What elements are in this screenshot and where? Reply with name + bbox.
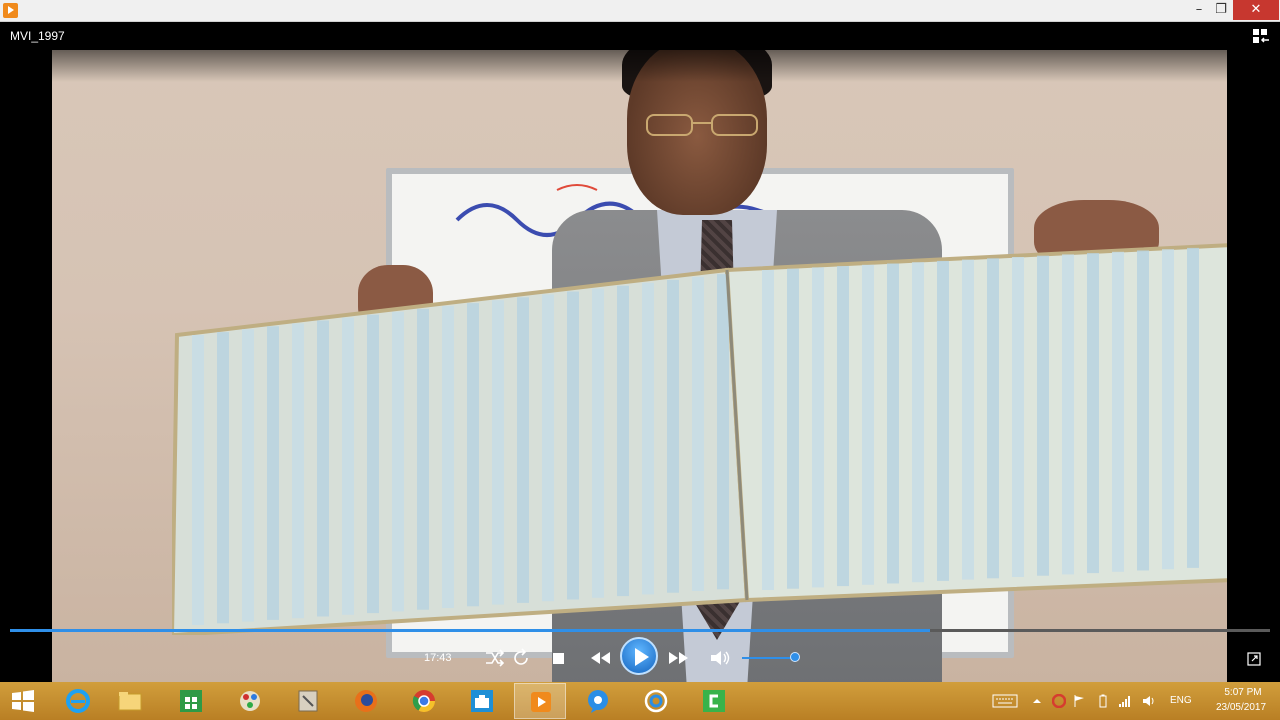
- taskbar: ENG 5:07 PM 23/05/2017: [0, 682, 1280, 720]
- shuffle-icon[interactable]: [482, 647, 506, 669]
- window-titlebar: – ❐ ✕: [0, 0, 1280, 22]
- paint-icon: [240, 691, 260, 711]
- battery-icon[interactable]: [1096, 694, 1110, 708]
- chevron-up-icon[interactable]: [1032, 694, 1042, 708]
- glasses-image: [646, 114, 758, 136]
- close-button[interactable]: ✕: [1233, 0, 1279, 20]
- volume-slider-fill: [742, 657, 796, 659]
- link-icon: [644, 689, 668, 713]
- repeat-icon[interactable]: [509, 647, 533, 669]
- signal-icon[interactable]: [1118, 694, 1132, 708]
- store-icon: [180, 690, 202, 712]
- media-player-icon: [3, 3, 18, 18]
- chrome-icon: [412, 690, 435, 712]
- flag-icon[interactable]: [1072, 694, 1086, 708]
- clock-time[interactable]: 5:07 PM: [1213, 687, 1273, 698]
- ie-icon: [66, 689, 90, 713]
- google-tray-icon[interactable]: [1052, 694, 1066, 708]
- start-button[interactable]: [0, 683, 52, 719]
- taskbar-store[interactable]: [165, 683, 217, 719]
- taskbar-link[interactable]: [630, 683, 682, 719]
- folder-icon: [118, 692, 142, 711]
- seek-bar-fill: [10, 629, 930, 632]
- camtasia-icon: [703, 690, 725, 712]
- taskbar-paint[interactable]: [224, 683, 276, 719]
- ledger-book-image: [172, 243, 1227, 635]
- volume-icon[interactable]: [708, 647, 732, 669]
- chat-bubble-icon: [588, 690, 608, 713]
- video-top-fade: [0, 22, 1280, 82]
- play-button[interactable]: [620, 637, 658, 675]
- windows-logo-icon: [12, 690, 34, 712]
- taskbar-tool[interactable]: [282, 683, 334, 719]
- taskbar-firefox[interactable]: [340, 683, 392, 719]
- rewind-button[interactable]: [586, 647, 614, 669]
- video-frame[interactable]: [52, 50, 1227, 682]
- seek-bar[interactable]: [10, 629, 1270, 632]
- speaker-icon[interactable]: [1142, 694, 1156, 708]
- collapse-view-icon[interactable]: [1252, 28, 1270, 44]
- taskbar-camtasia[interactable]: [688, 683, 740, 719]
- language-indicator[interactable]: ENG: [1170, 695, 1192, 706]
- video-player[interactable]: MVI_1997 17:43: [0, 22, 1280, 682]
- fullscreen-icon[interactable]: [1247, 652, 1261, 666]
- keyboard-icon[interactable]: [992, 694, 1018, 708]
- briefcase-icon: [471, 690, 493, 712]
- taskbar-file-explorer[interactable]: [104, 683, 156, 719]
- maximize-button[interactable]: ❐: [1206, 0, 1236, 20]
- taskbar-ie[interactable]: [52, 683, 104, 719]
- current-time: 17:43: [424, 652, 452, 664]
- clock-date[interactable]: 23/05/2017: [1206, 702, 1276, 713]
- firefox-icon: [355, 690, 377, 712]
- taskbar-media-player[interactable]: [514, 683, 566, 719]
- volume-slider[interactable]: [742, 652, 801, 662]
- taskbar-briefcase[interactable]: [456, 683, 508, 719]
- media-player-icon: [531, 692, 551, 712]
- taskbar-chat[interactable]: [572, 683, 624, 719]
- stop-button[interactable]: [546, 647, 570, 669]
- fast-forward-button[interactable]: [665, 647, 693, 669]
- video-title: MVI_1997: [10, 29, 65, 43]
- taskbar-chrome[interactable]: [398, 683, 450, 719]
- tool-icon: [298, 690, 318, 712]
